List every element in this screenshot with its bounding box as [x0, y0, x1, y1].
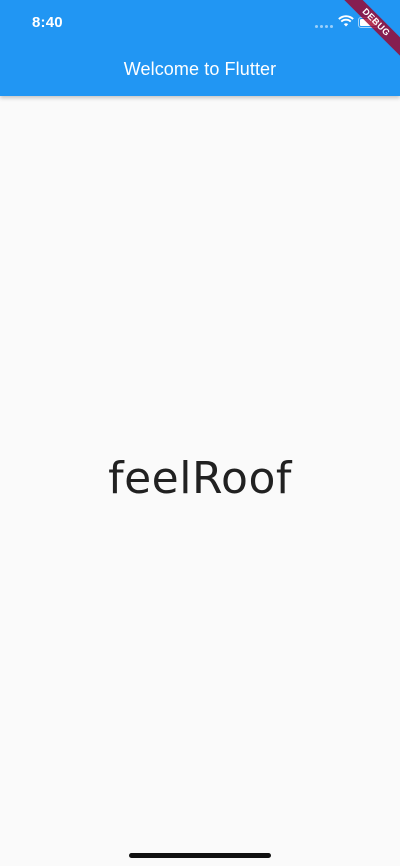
main-content: feelRoof — [0, 96, 400, 866]
center-word: feelRoof — [108, 453, 292, 504]
home-indicator[interactable] — [129, 853, 271, 858]
status-bar: 8:40 — [0, 0, 400, 48]
app-bar-title: Welcome to Flutter — [123, 59, 277, 79]
status-time: 8:40 — [32, 14, 63, 31]
app-bar: 8:40 Welcome to Flutter — [0, 0, 400, 96]
wifi-icon — [338, 15, 354, 27]
signal-dots-icon — [315, 25, 335, 29]
